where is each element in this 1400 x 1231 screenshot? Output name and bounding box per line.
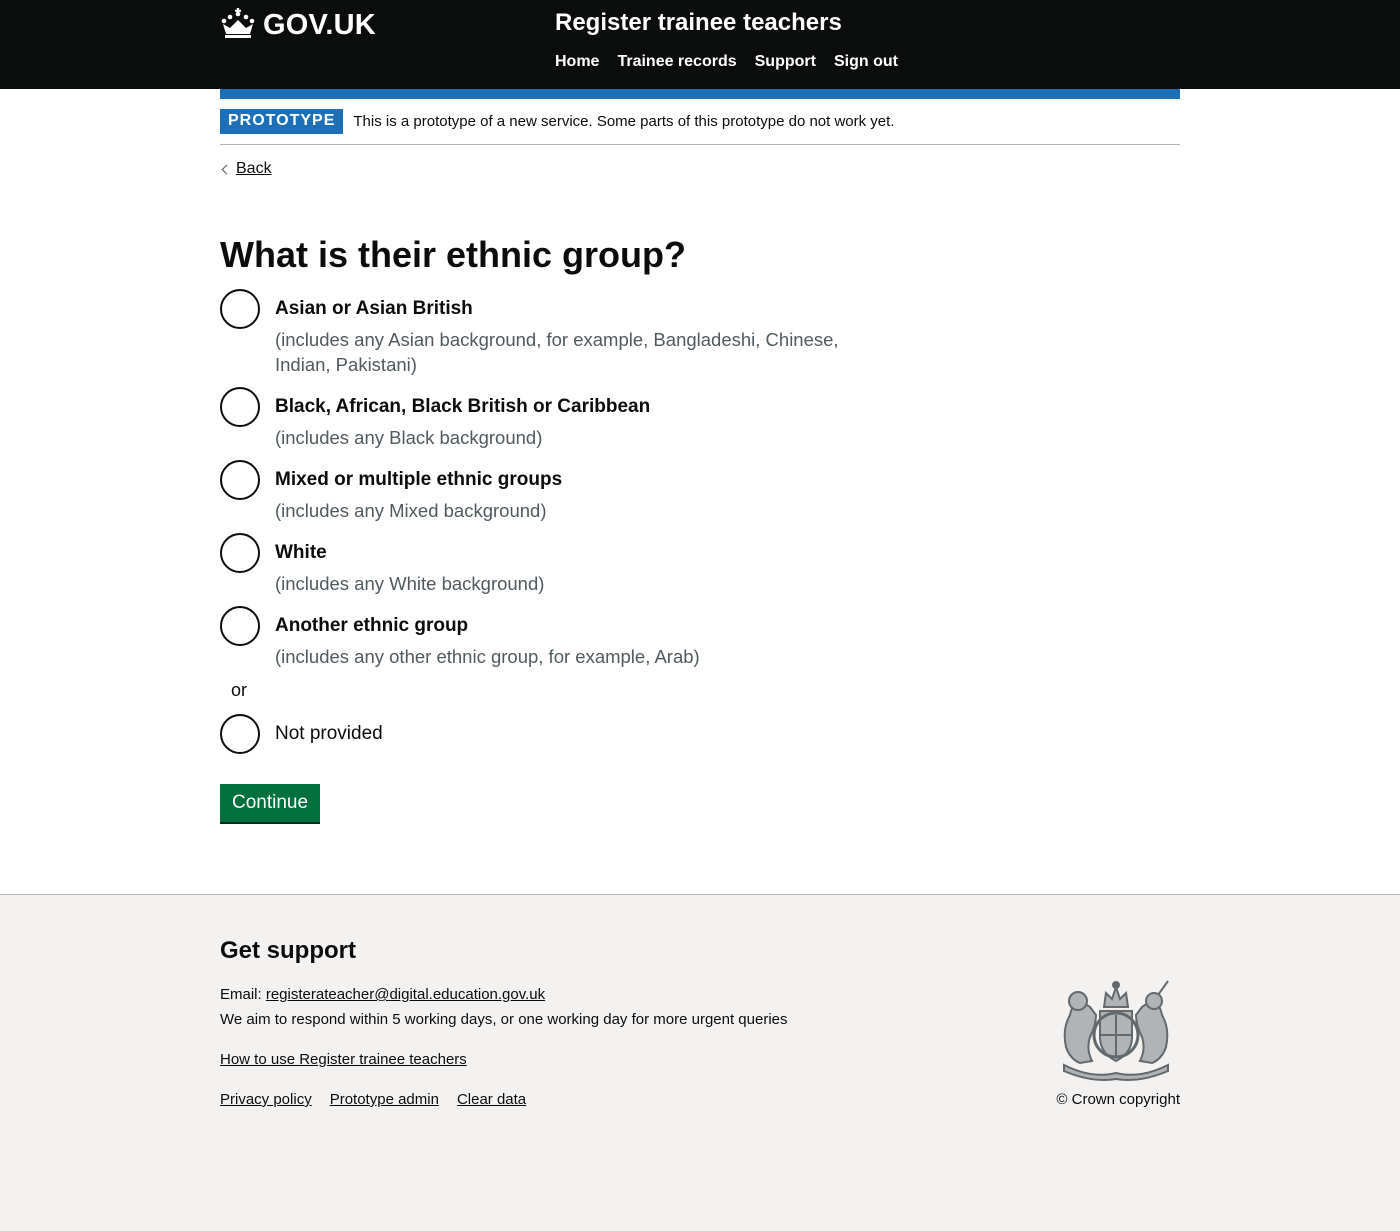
phase-tag: PROTOTYPE — [220, 109, 344, 134]
radio-label[interactable]: Another ethnic group — [275, 614, 855, 638]
site-header: GOV.UK Register trainee teachers Home Tr… — [0, 0, 1400, 89]
nav-trainee-records[interactable]: Trainee records — [617, 53, 736, 71]
footer-title: Get support — [220, 937, 356, 964]
radio-mixed[interactable]: Mixed or multiple ethnic groups (include… — [220, 460, 855, 523]
back-link[interactable]: Back — [236, 160, 272, 178]
footer-email-prefix: Email: — [220, 986, 266, 1003]
logo-text: GOV.UK — [263, 9, 376, 41]
radio-input-not-provided[interactable] — [220, 714, 260, 754]
radio-another[interactable]: Another ethnic group (includes any other… — [220, 606, 855, 669]
footer-links: Privacy policy Prototype admin Clear dat… — [220, 1091, 526, 1108]
footer-email-link[interactable]: registerateacher@digital.education.gov.u… — [266, 986, 545, 1003]
back-link-container: Back — [220, 160, 272, 178]
radio-label[interactable]: Not provided — [275, 722, 383, 746]
radio-label[interactable]: White — [275, 541, 855, 565]
header-navigation: Home Trainee records Support Sign out — [555, 53, 898, 71]
radio-not-provided[interactable]: Not provided — [220, 714, 383, 754]
footer-link-privacy[interactable]: Privacy policy — [220, 1091, 312, 1108]
crown-icon — [220, 8, 263, 43]
footer-how-to-link[interactable]: How to use Register trainee teachers — [220, 1051, 467, 1068]
radio-asian[interactable]: Asian or Asian British (includes any Asi… — [220, 289, 855, 377]
phase-banner-text: This is a prototype of a new service. So… — [353, 113, 895, 130]
site-footer: Get support Email: registerateacher@digi… — [0, 894, 1400, 1231]
radio-label[interactable]: Black, African, Black British or Caribbe… — [275, 395, 855, 419]
page-title: What is their ethnic group? — [220, 234, 686, 275]
radio-input-black[interactable] — [220, 387, 260, 427]
radio-input-mixed[interactable] — [220, 460, 260, 500]
radio-hint: (includes any Asian background, for exam… — [275, 329, 839, 375]
nav-support[interactable]: Support — [755, 53, 816, 71]
govuk-logo-link[interactable]: GOV.UK — [220, 8, 376, 43]
radio-label[interactable]: Mixed or multiple ethnic groups — [275, 468, 855, 492]
radio-black[interactable]: Black, African, Black British or Caribbe… — [220, 387, 855, 450]
radio-hint: (includes any White background) — [275, 573, 545, 594]
phase-banner: PROTOTYPE This is a prototype of a new s… — [220, 109, 1180, 145]
header-blue-bar — [220, 89, 1180, 99]
radio-hint: (includes any Black background) — [275, 427, 543, 448]
footer-email-line: Email: registerateacher@digital.educatio… — [220, 986, 545, 1003]
radio-hint: (includes any other ethnic group, for ex… — [275, 646, 700, 667]
royal-coat-of-arms-icon — [1052, 977, 1180, 1081]
crown-copyright: © Crown copyright — [1056, 1091, 1180, 1108]
continue-button[interactable]: Continue — [220, 784, 321, 822]
radio-label[interactable]: Asian or Asian British — [275, 297, 855, 321]
footer-link-prototype-admin[interactable]: Prototype admin — [330, 1091, 439, 1108]
nav-home[interactable]: Home — [555, 53, 599, 71]
chevron-left-icon — [221, 164, 232, 174]
radio-divider: or — [231, 680, 248, 700]
main-content: PROTOTYPE This is a prototype of a new s… — [0, 89, 1400, 894]
radio-input-asian[interactable] — [220, 289, 260, 329]
footer-link-clear-data[interactable]: Clear data — [457, 1091, 526, 1108]
nav-sign-out[interactable]: Sign out — [834, 53, 898, 71]
radio-hint: (includes any Mixed background) — [275, 500, 547, 521]
radio-input-white[interactable] — [220, 533, 260, 573]
footer-response-text: We aim to respond within 5 working days,… — [220, 1011, 788, 1028]
service-name-link[interactable]: Register trainee teachers — [555, 9, 842, 37]
radio-input-another[interactable] — [220, 606, 260, 646]
radio-white[interactable]: White (includes any White background) — [220, 533, 855, 596]
